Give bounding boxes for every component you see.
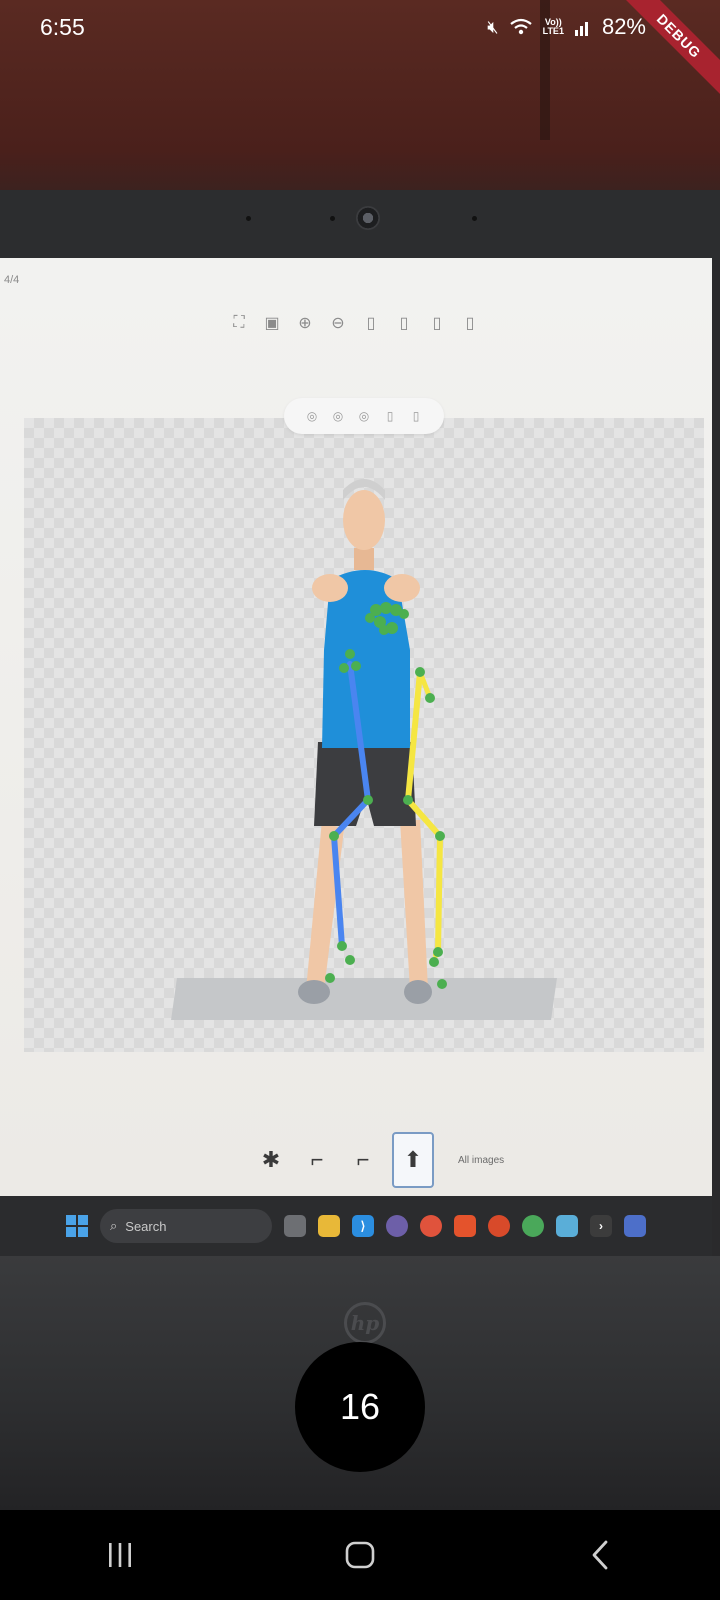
- recent-apps-button[interactable]: [90, 1530, 150, 1580]
- taskbar-search-label: Search: [125, 1218, 167, 1234]
- github-icon: [386, 1215, 408, 1237]
- terminal-icon: ›: [590, 1215, 612, 1237]
- status-bar: 6:55 🔇︎ Vo)) LTE1 82%: [0, 0, 720, 54]
- all-images-label: All images: [458, 1154, 505, 1166]
- rep-counter: 16: [295, 1342, 425, 1472]
- chrome-icon: [420, 1215, 442, 1237]
- thumbnail-strip: ✱ ⌐ ⌐ ⬆ All images: [254, 1132, 504, 1188]
- thumbnail-plank: ⌐: [356, 1147, 370, 1172]
- brave-icon: [454, 1215, 476, 1237]
- home-button[interactable]: [330, 1530, 390, 1580]
- back-button[interactable]: [570, 1530, 630, 1580]
- signal-icon: [574, 22, 588, 36]
- status-icons: 🔇︎ Vo)) LTE1 82%: [487, 14, 646, 40]
- volte-line2: LTE1: [542, 26, 564, 36]
- left-limb-line: [331, 661, 371, 949]
- right-limb-line: [405, 669, 443, 958]
- mute-icon: 🔇︎: [487, 16, 499, 37]
- camera-preview: 4/4 ⛶ ▣ ⊕ ⊖ ▯ ▯ ▯ ▯ ◎ ◎ ◎ ▯ ▯ ✱ ⌐ ⌐ ⬆ Al…: [0, 0, 720, 1510]
- task-view-icon: [284, 1215, 306, 1237]
- thumbnail-pushup: ⌐: [310, 1147, 324, 1172]
- status-time: 6:55: [40, 13, 85, 40]
- search-icon: ⌕: [110, 1218, 118, 1233]
- recent-apps-icon: [109, 1543, 131, 1567]
- windows-logo-icon: [66, 1215, 88, 1237]
- hp-logo: hp: [344, 1302, 386, 1344]
- chrome-profile-icon: [522, 1215, 544, 1237]
- thumbnail-jumping-jack: ✱: [261, 1147, 281, 1172]
- battery-percent: 82%: [601, 14, 646, 39]
- thumbnail-standing-selected: ⬆: [392, 1132, 434, 1188]
- taskbar-search: ⌕ Search: [100, 1209, 272, 1243]
- wifi-icon: [509, 18, 532, 35]
- office-icon: [488, 1215, 510, 1237]
- home-icon: [345, 1541, 375, 1569]
- volte-indicator: Vo)) LTE1: [543, 18, 564, 36]
- file-explorer-icon: [318, 1215, 340, 1237]
- rep-counter-value: 16: [339, 1386, 381, 1427]
- app-icon: [624, 1215, 646, 1237]
- vscode-icon: ⟩: [352, 1215, 374, 1237]
- back-icon: [592, 1540, 608, 1570]
- windows-taskbar: ⌕ Search ⟩ ›: [0, 1196, 712, 1256]
- navigation-bar: [0, 1510, 720, 1600]
- notepad-icon: [556, 1215, 578, 1237]
